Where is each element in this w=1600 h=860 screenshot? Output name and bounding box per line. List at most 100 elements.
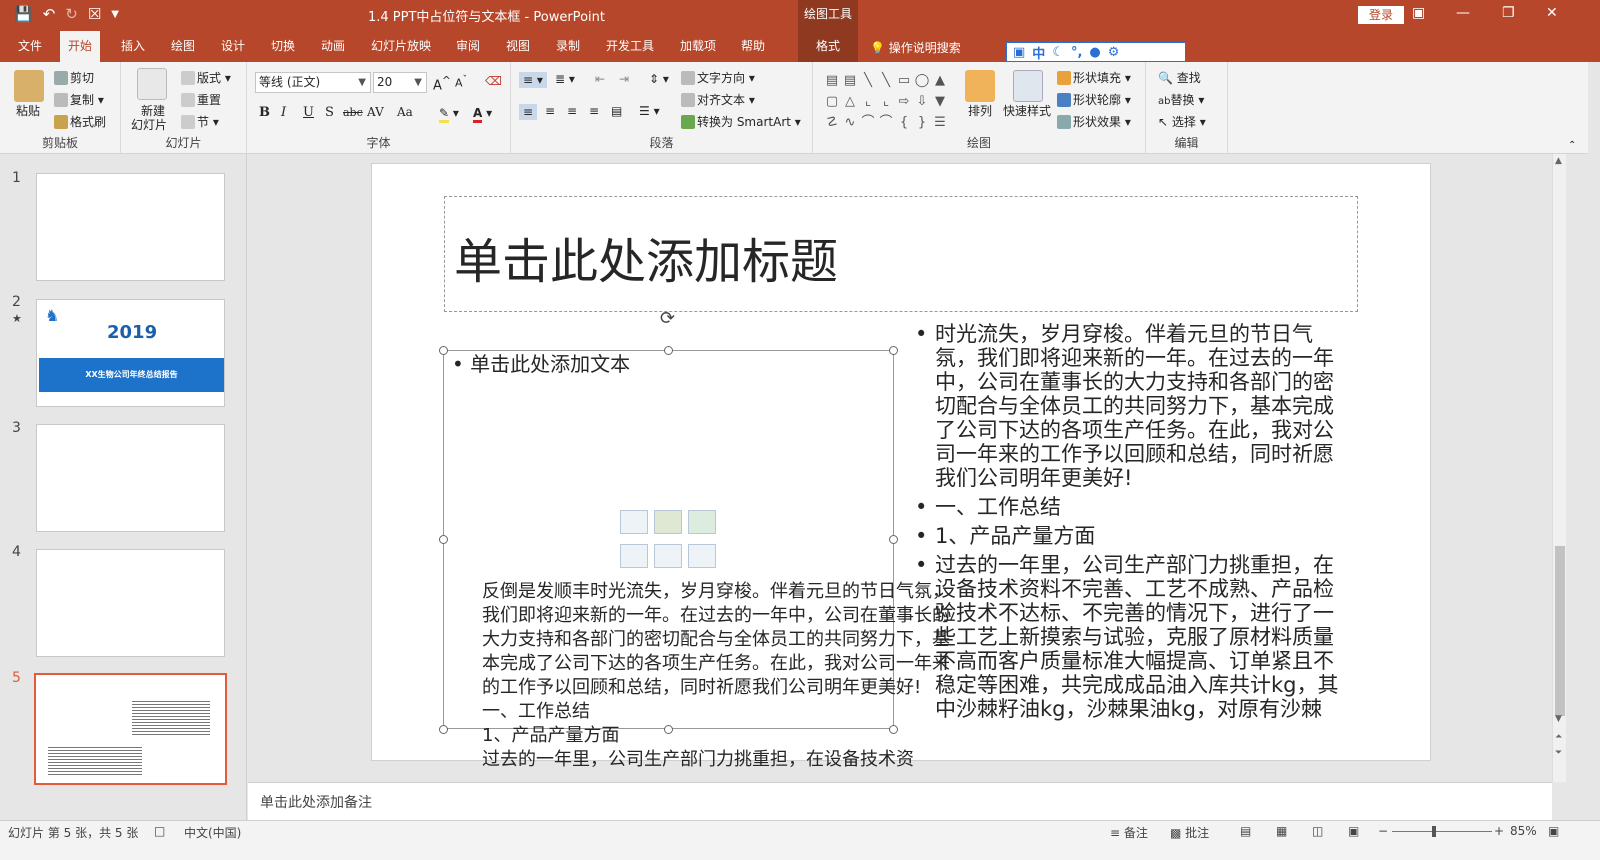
- font-name-combo[interactable]: 等线 (正文) ▼: [255, 72, 371, 93]
- quick-styles-button[interactable]: 快速样式: [1003, 102, 1051, 119]
- tab-record[interactable]: 录制: [548, 31, 588, 62]
- section-button[interactable]: 节 ▾: [181, 113, 219, 130]
- bullets-button[interactable]: ≡ ▾: [519, 72, 547, 88]
- quick-styles-icon[interactable]: [1013, 70, 1043, 102]
- tab-help[interactable]: 帮助: [733, 31, 773, 62]
- cut-button[interactable]: 剪切: [54, 69, 94, 86]
- table-icon[interactable]: [620, 510, 648, 534]
- gallery-down-icon[interactable]: ▼: [931, 91, 949, 112]
- tab-file[interactable]: 文件: [10, 31, 50, 62]
- arc-shape-icon[interactable]: ⌒: [859, 112, 877, 133]
- ime-chinese-mode[interactable]: 中: [1032, 43, 1045, 62]
- copy-button[interactable]: 复制 ▾: [54, 91, 104, 108]
- change-case-button[interactable]: Aa: [397, 105, 413, 119]
- punctuation-icon[interactable]: °,: [1071, 45, 1082, 60]
- slide-thumbnail-1[interactable]: [36, 173, 225, 281]
- zoom-slider-knob[interactable]: [1432, 826, 1436, 837]
- scroll-down-icon[interactable]: ▼: [1555, 714, 1562, 724]
- collapse-ribbon-icon[interactable]: ⌃: [1568, 140, 1576, 151]
- notes-pane[interactable]: 单击此处添加备注: [248, 782, 1552, 820]
- freeform-shape-icon[interactable]: ☡: [823, 112, 841, 133]
- slideshow-icon[interactable]: ▣: [1348, 824, 1359, 838]
- scribble-shape-icon[interactable]: ∿: [841, 112, 859, 133]
- chart-icon[interactable]: [654, 510, 682, 534]
- start-from-beginning-icon[interactable]: ☒: [88, 5, 101, 23]
- line-shape-icon[interactable]: ╲: [859, 70, 877, 91]
- triangle-shape-icon[interactable]: △: [841, 91, 859, 112]
- tab-addins[interactable]: 加载项: [672, 31, 724, 62]
- slide-thumbnail-4[interactable]: [36, 549, 225, 657]
- scroll-up-icon[interactable]: ▲: [1555, 156, 1562, 166]
- arrange-icon[interactable]: [965, 70, 995, 102]
- textbox-shape-icon[interactable]: ▤: [823, 70, 841, 91]
- notes-placeholder[interactable]: 单击此处添加备注: [260, 792, 372, 812]
- italic-button[interactable]: I: [281, 105, 286, 120]
- slide-thumbnail-2[interactable]: ♞ 2019 XX生物公司年终总结报告: [36, 299, 225, 407]
- gear-icon[interactable]: ⚙: [1108, 45, 1120, 60]
- paste-icon[interactable]: [14, 70, 44, 102]
- arrow-down-shape-icon[interactable]: ⇩: [913, 91, 931, 112]
- tab-home[interactable]: 开始: [60, 31, 101, 62]
- new-slide-label-2[interactable]: 幻灯片: [131, 116, 167, 133]
- previous-slide-icon[interactable]: ⏶: [1555, 732, 1562, 742]
- align-center-button[interactable]: ≡: [545, 104, 555, 118]
- textbox-overflow-text[interactable]: 反倒是发顺丰时光流失，岁月穿梭。伴着元旦的节日气氛，我们即将迎来新的一年。在过去…: [482, 580, 962, 776]
- tab-view[interactable]: 视图: [498, 31, 538, 62]
- paste-button[interactable]: 粘贴: [16, 102, 40, 119]
- zoom-in-icon[interactable]: +: [1494, 824, 1504, 838]
- connector-shape-icon[interactable]: ⌞: [859, 91, 877, 112]
- shape-outline-button[interactable]: 形状轮廓 ▾: [1057, 91, 1131, 108]
- picture-icon[interactable]: [620, 544, 648, 568]
- arrow-right-shape-icon[interactable]: ⇨: [895, 91, 913, 112]
- reading-view-icon[interactable]: ◫: [1312, 824, 1323, 838]
- slide-sorter-icon[interactable]: ▦: [1276, 824, 1287, 838]
- rounded-rect-shape-icon[interactable]: ▢: [823, 91, 841, 112]
- slide-thumbnail-3[interactable]: [36, 424, 225, 532]
- rotate-handle-icon[interactable]: ⟳: [660, 308, 675, 329]
- format-painter-button[interactable]: 格式刷: [54, 113, 106, 130]
- layout-button[interactable]: 版式 ▾: [181, 69, 231, 86]
- shape-effects-button[interactable]: 形状效果 ▾: [1057, 113, 1131, 130]
- minimize-icon[interactable]: —: [1456, 5, 1470, 21]
- columns-button[interactable]: ☰ ▾: [639, 104, 660, 118]
- ribbon-display-icon[interactable]: ▣: [1412, 5, 1425, 21]
- online-picture-icon[interactable]: [654, 544, 682, 568]
- video-icon[interactable]: [688, 544, 716, 568]
- resize-handle[interactable]: [439, 346, 448, 355]
- tab-draw[interactable]: 绘图: [163, 31, 203, 62]
- tab-design[interactable]: 设计: [213, 31, 253, 62]
- align-text-button[interactable]: 对齐文本 ▾: [681, 91, 755, 108]
- right-textbox[interactable]: 时光流失，岁月穿梭。伴着元旦的节日气氛，我们即将迎来新的一年。在过去的一年中，公…: [915, 322, 1345, 726]
- resize-handle[interactable]: [889, 346, 898, 355]
- tab-slideshow[interactable]: 幻灯片放映: [363, 31, 439, 62]
- rectangle-shape-icon[interactable]: ▭: [895, 70, 913, 91]
- shadow-button[interactable]: S: [325, 105, 334, 120]
- line-spacing-button[interactable]: ⇕ ▾: [649, 72, 669, 86]
- ime-settings-icon[interactable]: ▣: [1013, 45, 1025, 60]
- font-color-icon[interactable]: A ▾: [473, 106, 492, 123]
- smartart-icon[interactable]: [688, 510, 716, 534]
- line-shape-icon[interactable]: ╲: [877, 70, 895, 91]
- scrollbar-thumb[interactable]: [1555, 546, 1565, 716]
- numbering-button[interactable]: ≣ ▾: [555, 72, 575, 86]
- close-icon[interactable]: ✕: [1546, 5, 1558, 21]
- content-bullet[interactable]: • 单击此处添加文本: [452, 348, 630, 377]
- redo-icon[interactable]: ↻: [65, 5, 78, 23]
- shapes-gallery[interactable]: ▤ ▤ ╲ ╲ ▭ ◯ ▲ ▢ △ ⌞ ⌞ ⇨ ⇩ ▼ ☡ ∿ ⌒ ⌒ { } …: [823, 70, 949, 134]
- moon-icon[interactable]: ☾: [1052, 45, 1064, 60]
- smartart-button[interactable]: 转换为 SmartArt ▾: [681, 113, 801, 130]
- text-direction-button[interactable]: 文字方向 ▾: [681, 69, 755, 86]
- increase-indent-button[interactable]: ⇥: [619, 72, 629, 86]
- tab-review[interactable]: 审阅: [448, 31, 488, 62]
- tell-me-search[interactable]: 💡 操作说明搜索: [870, 39, 961, 56]
- brace-shape-icon[interactable]: {: [895, 112, 913, 133]
- language-indicator[interactable]: 中文(中国): [184, 824, 241, 841]
- highlight-icon[interactable]: ✎ ▾: [439, 106, 459, 123]
- zoom-level[interactable]: 85%: [1510, 824, 1537, 838]
- tab-format[interactable]: 格式: [798, 31, 858, 62]
- shrink-font-button[interactable]: Aˇ: [455, 74, 467, 90]
- tab-transitions[interactable]: 切换: [263, 31, 303, 62]
- tab-developer[interactable]: 开发工具: [598, 31, 662, 62]
- title-placeholder-text[interactable]: 单击此处添加标题: [454, 222, 838, 292]
- fit-to-window-icon[interactable]: ▣: [1548, 824, 1559, 838]
